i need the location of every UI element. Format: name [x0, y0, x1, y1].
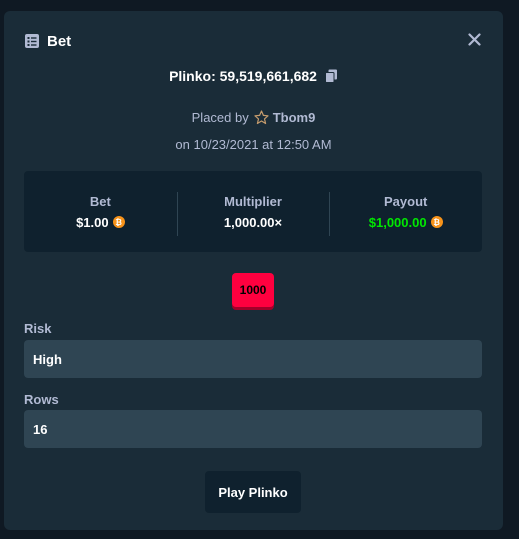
bet-value-row: $1.00 ₿	[24, 215, 177, 230]
close-icon[interactable]	[468, 33, 481, 46]
play-plinko-button[interactable]: Play Plinko	[205, 471, 301, 513]
game-id-label: Plinko: 59,519,661,682	[169, 68, 317, 84]
bet-value: $1.00	[76, 214, 109, 230]
modal-header: Bet	[24, 31, 483, 51]
payout-value-row: $1,000.00 ₿	[329, 215, 482, 230]
bitcoin-icon: ₿	[430, 216, 443, 228]
bet-modal: Bet Plinko: 59,519,661,682 Placed by Tbo…	[4, 11, 503, 530]
risk-field: High	[24, 340, 482, 378]
placed-by-prefix: Placed by	[191, 110, 249, 125]
modal-title: Bet	[47, 32, 72, 50]
multiplier-value: 1,000.00×	[223, 214, 283, 230]
copy-icon[interactable]	[324, 69, 338, 83]
risk-label: Risk	[24, 321, 52, 336]
bet-slip-icon	[24, 33, 40, 49]
multiplier-label: Multiplier	[224, 193, 282, 209]
bet-label: Bet	[89, 193, 111, 209]
bet-stat: Bet $1.00 ₿	[24, 194, 177, 230]
rows-field: 16	[24, 410, 482, 448]
username[interactable]: Tbom9	[273, 110, 316, 125]
payout-value: $1,000.00	[368, 214, 427, 230]
game-id: Plinko: 59,519,661,682	[4, 68, 503, 84]
bitcoin-icon: ₿	[112, 216, 125, 228]
placed-by: Placed by Tbom9	[4, 110, 503, 125]
payout-label: Payout	[384, 193, 428, 209]
multiplier-stat: Multiplier 1,000.00×	[176, 191, 330, 236]
payout-stat: Payout $1,000.00 ₿	[329, 191, 482, 236]
star-icon	[254, 110, 269, 125]
bet-stats-panel: Bet $1.00 ₿ Multiplier 1,000.00× Payout …	[24, 171, 482, 252]
rows-label: Rows	[24, 392, 59, 407]
bet-date: on 10/23/2021 at 12:50 AM	[175, 137, 332, 152]
result-multiplier-badge: 1000	[232, 273, 274, 307]
